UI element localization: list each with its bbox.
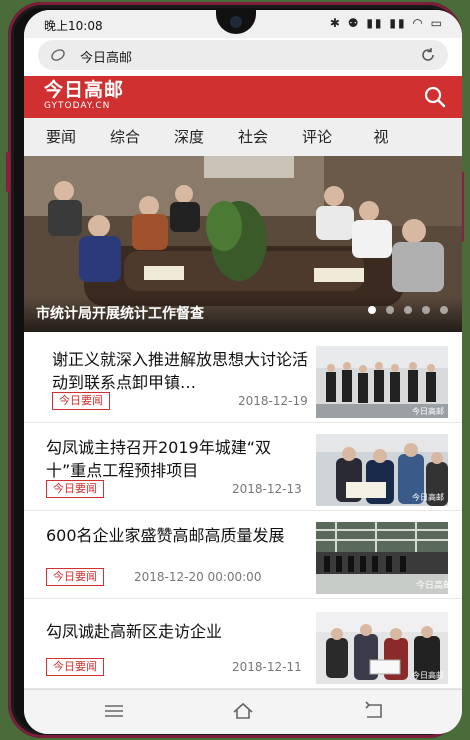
logo-title: 今日高邮 bbox=[44, 79, 125, 101]
category-tabs: 要闻 综合 深度 社会 评论视 bbox=[24, 118, 462, 157]
news-item[interactable]: 谢正义就深入推进解放思想大讨论活动到联系点卸甲镇… 今日要闻 2018-12-1… bbox=[24, 334, 462, 423]
site-header: 今日高邮 GYTODAY.CN bbox=[24, 76, 462, 118]
address-text: 今日高邮 bbox=[80, 51, 133, 66]
carousel-dots bbox=[358, 299, 448, 318]
news-title: 600名企业家盛赞高邮高质量发展 bbox=[46, 526, 285, 545]
news-date: 2018-12-19 bbox=[238, 394, 308, 408]
news-date: 2018-12-11 bbox=[232, 660, 302, 674]
news-thumbnail: 今日高邮 bbox=[316, 346, 448, 418]
carousel-dot[interactable] bbox=[440, 306, 448, 314]
news-thumbnail: 今日高邮 bbox=[316, 434, 448, 506]
news-badge: 今日要闻 bbox=[46, 658, 104, 676]
hero-caption: 市统计局开展统计工作督查 bbox=[36, 306, 204, 322]
volume-button bbox=[6, 152, 10, 192]
news-date: 2018-12-13 bbox=[232, 482, 302, 496]
hero-carousel[interactable]: 市统计局开展统计工作督查 bbox=[24, 156, 462, 332]
carousel-dot[interactable] bbox=[404, 306, 412, 314]
news-title: 勾凤诚主持召开2019年城建“双十”重点工程预排项目 bbox=[46, 438, 272, 480]
screen: 晚上10:08 ✱ ⚉ ▮▮ ▮▮ ◠ ▭ 今日高邮 今日高邮 GYTODAY.… bbox=[24, 10, 462, 734]
status-time: 晚上10:08 bbox=[44, 19, 103, 33]
news-thumbnail: 今日高邮 bbox=[316, 612, 448, 684]
carousel-dot[interactable] bbox=[386, 306, 394, 314]
thumb-watermark: 今日高邮 bbox=[412, 406, 444, 416]
news-date: 2018-12-20 00:00:00 bbox=[134, 570, 262, 584]
news-title: 谢正义就深入推进解放思想大讨论活动到联系点卸甲镇… bbox=[52, 350, 309, 392]
address-bar[interactable]: 今日高邮 bbox=[38, 40, 448, 70]
status-icons: ✱ ⚉ ▮▮ ▮▮ ◠ ▭ bbox=[329, 16, 444, 30]
thumb-watermark: 今日高邮 bbox=[412, 492, 444, 502]
news-title: 勾凤诚赴高新区走访企业 bbox=[46, 622, 223, 641]
news-badge: 今日要闻 bbox=[46, 480, 104, 498]
site-logo[interactable]: 今日高邮 GYTODAY.CN bbox=[44, 79, 124, 112]
system-nav-bar bbox=[24, 689, 462, 734]
home-icon[interactable] bbox=[231, 701, 255, 721]
thumb-watermark: 今日高邮 bbox=[412, 670, 444, 680]
news-badge: 今日要闻 bbox=[46, 568, 104, 586]
carousel-dot[interactable] bbox=[368, 306, 376, 314]
carousel-dot[interactable] bbox=[422, 306, 430, 314]
search-icon[interactable] bbox=[424, 86, 446, 108]
back-icon[interactable] bbox=[362, 701, 386, 721]
thumb-watermark: 今日高邮 bbox=[416, 579, 448, 591]
shield-icon bbox=[51, 49, 65, 61]
logo-domain: GYTODAY.CN bbox=[44, 101, 111, 111]
refresh-icon[interactable] bbox=[420, 47, 436, 63]
tab-shipin[interactable]: 视 bbox=[342, 118, 420, 156]
news-item[interactable]: 600名企业家盛赞高邮高质量发展 今日要闻 2018-12-20 00:00:0… bbox=[24, 510, 462, 599]
news-item[interactable]: 勾凤诚主持召开2019年城建“双十”重点工程预排项目 今日要闻 2018-12-… bbox=[24, 422, 462, 511]
phone-frame: 晚上10:08 ✱ ⚉ ▮▮ ▮▮ ◠ ▭ 今日高邮 今日高邮 GYTODAY.… bbox=[6, 2, 464, 738]
news-badge: 今日要闻 bbox=[52, 392, 110, 410]
news-item[interactable]: 勾凤诚赴高新区走访企业 今日要闻 2018-12-11 今日高邮 bbox=[24, 600, 462, 689]
menu-icon[interactable] bbox=[102, 701, 126, 721]
news-thumbnail: 今日高邮 bbox=[316, 522, 448, 594]
